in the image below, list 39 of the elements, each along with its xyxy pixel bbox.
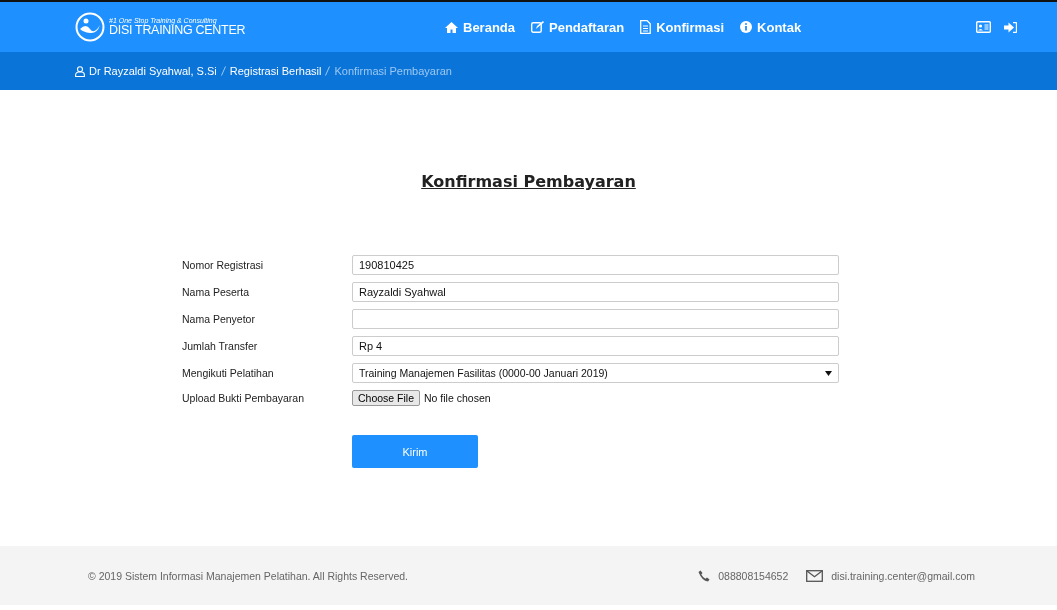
breadcrumb-link[interactable]: Konfirmasi Pembayaran [334, 65, 452, 77]
id-card-icon[interactable] [976, 21, 991, 33]
nav-link[interactable]: Kontak [740, 19, 802, 35]
nav-link[interactable]: Beranda [445, 19, 516, 35]
field-label: Upload Bukti Pembayaran [182, 392, 305, 404]
select-field[interactable]: Training Manajemen Fasilitas (0000-00 Januari 2019) [352, 363, 839, 383]
page-title: Konfirmasi Pembayaran [421, 172, 636, 191]
text-field[interactable]: Rp 4 [352, 336, 839, 356]
field-label: Mengikuti Pelatihan [182, 367, 275, 379]
copyright-text: © 2019 Sistem Informasi Manajemen Pelatihan. All Rights Reserved. [88, 569, 409, 582]
envelope-icon [806, 569, 824, 582]
breadcrumb-link[interactable]: Registrasi Berhasil [229, 65, 322, 77]
info-icon [740, 21, 753, 33]
field-label: Nama Penyetor [182, 313, 256, 325]
nav-link[interactable]: Konfirmasi [640, 19, 725, 35]
phone-icon [698, 569, 711, 582]
text-field[interactable]: Rayzaldi Syahwal [352, 282, 839, 302]
field-label: Jumlah Transfer [182, 340, 259, 352]
breadcrumb-link[interactable]: Dr Rayzaldi Syahwal, S.Si [89, 65, 217, 77]
phone-number: 088808154652 [718, 569, 789, 582]
text-field[interactable] [352, 309, 839, 329]
document-icon [640, 20, 652, 34]
nav-link[interactable]: Pendaftaran [531, 19, 625, 35]
file-status: No file chosen [424, 392, 491, 404]
submit-button[interactable]: Kirim [352, 435, 478, 468]
user-icon [75, 65, 85, 77]
breadcrumb-separator [325, 66, 331, 76]
field-label: Nomor Registrasi [182, 259, 265, 271]
dropdown-caret-icon [825, 370, 832, 376]
logout-icon[interactable] [1004, 21, 1017, 33]
logo-icon [75, 12, 105, 42]
edit-icon [531, 21, 545, 33]
home-icon [445, 21, 458, 33]
brand-title: DISI TRAINING CENTER [109, 24, 246, 37]
field-label: Nama Peserta [182, 286, 251, 298]
breadcrumb-separator [220, 66, 226, 76]
text-field[interactable]: 190810425 [352, 255, 839, 275]
email-address: disi.training.center@gmail.com [831, 569, 975, 582]
choose-file-button[interactable]: Choose File [352, 390, 421, 406]
